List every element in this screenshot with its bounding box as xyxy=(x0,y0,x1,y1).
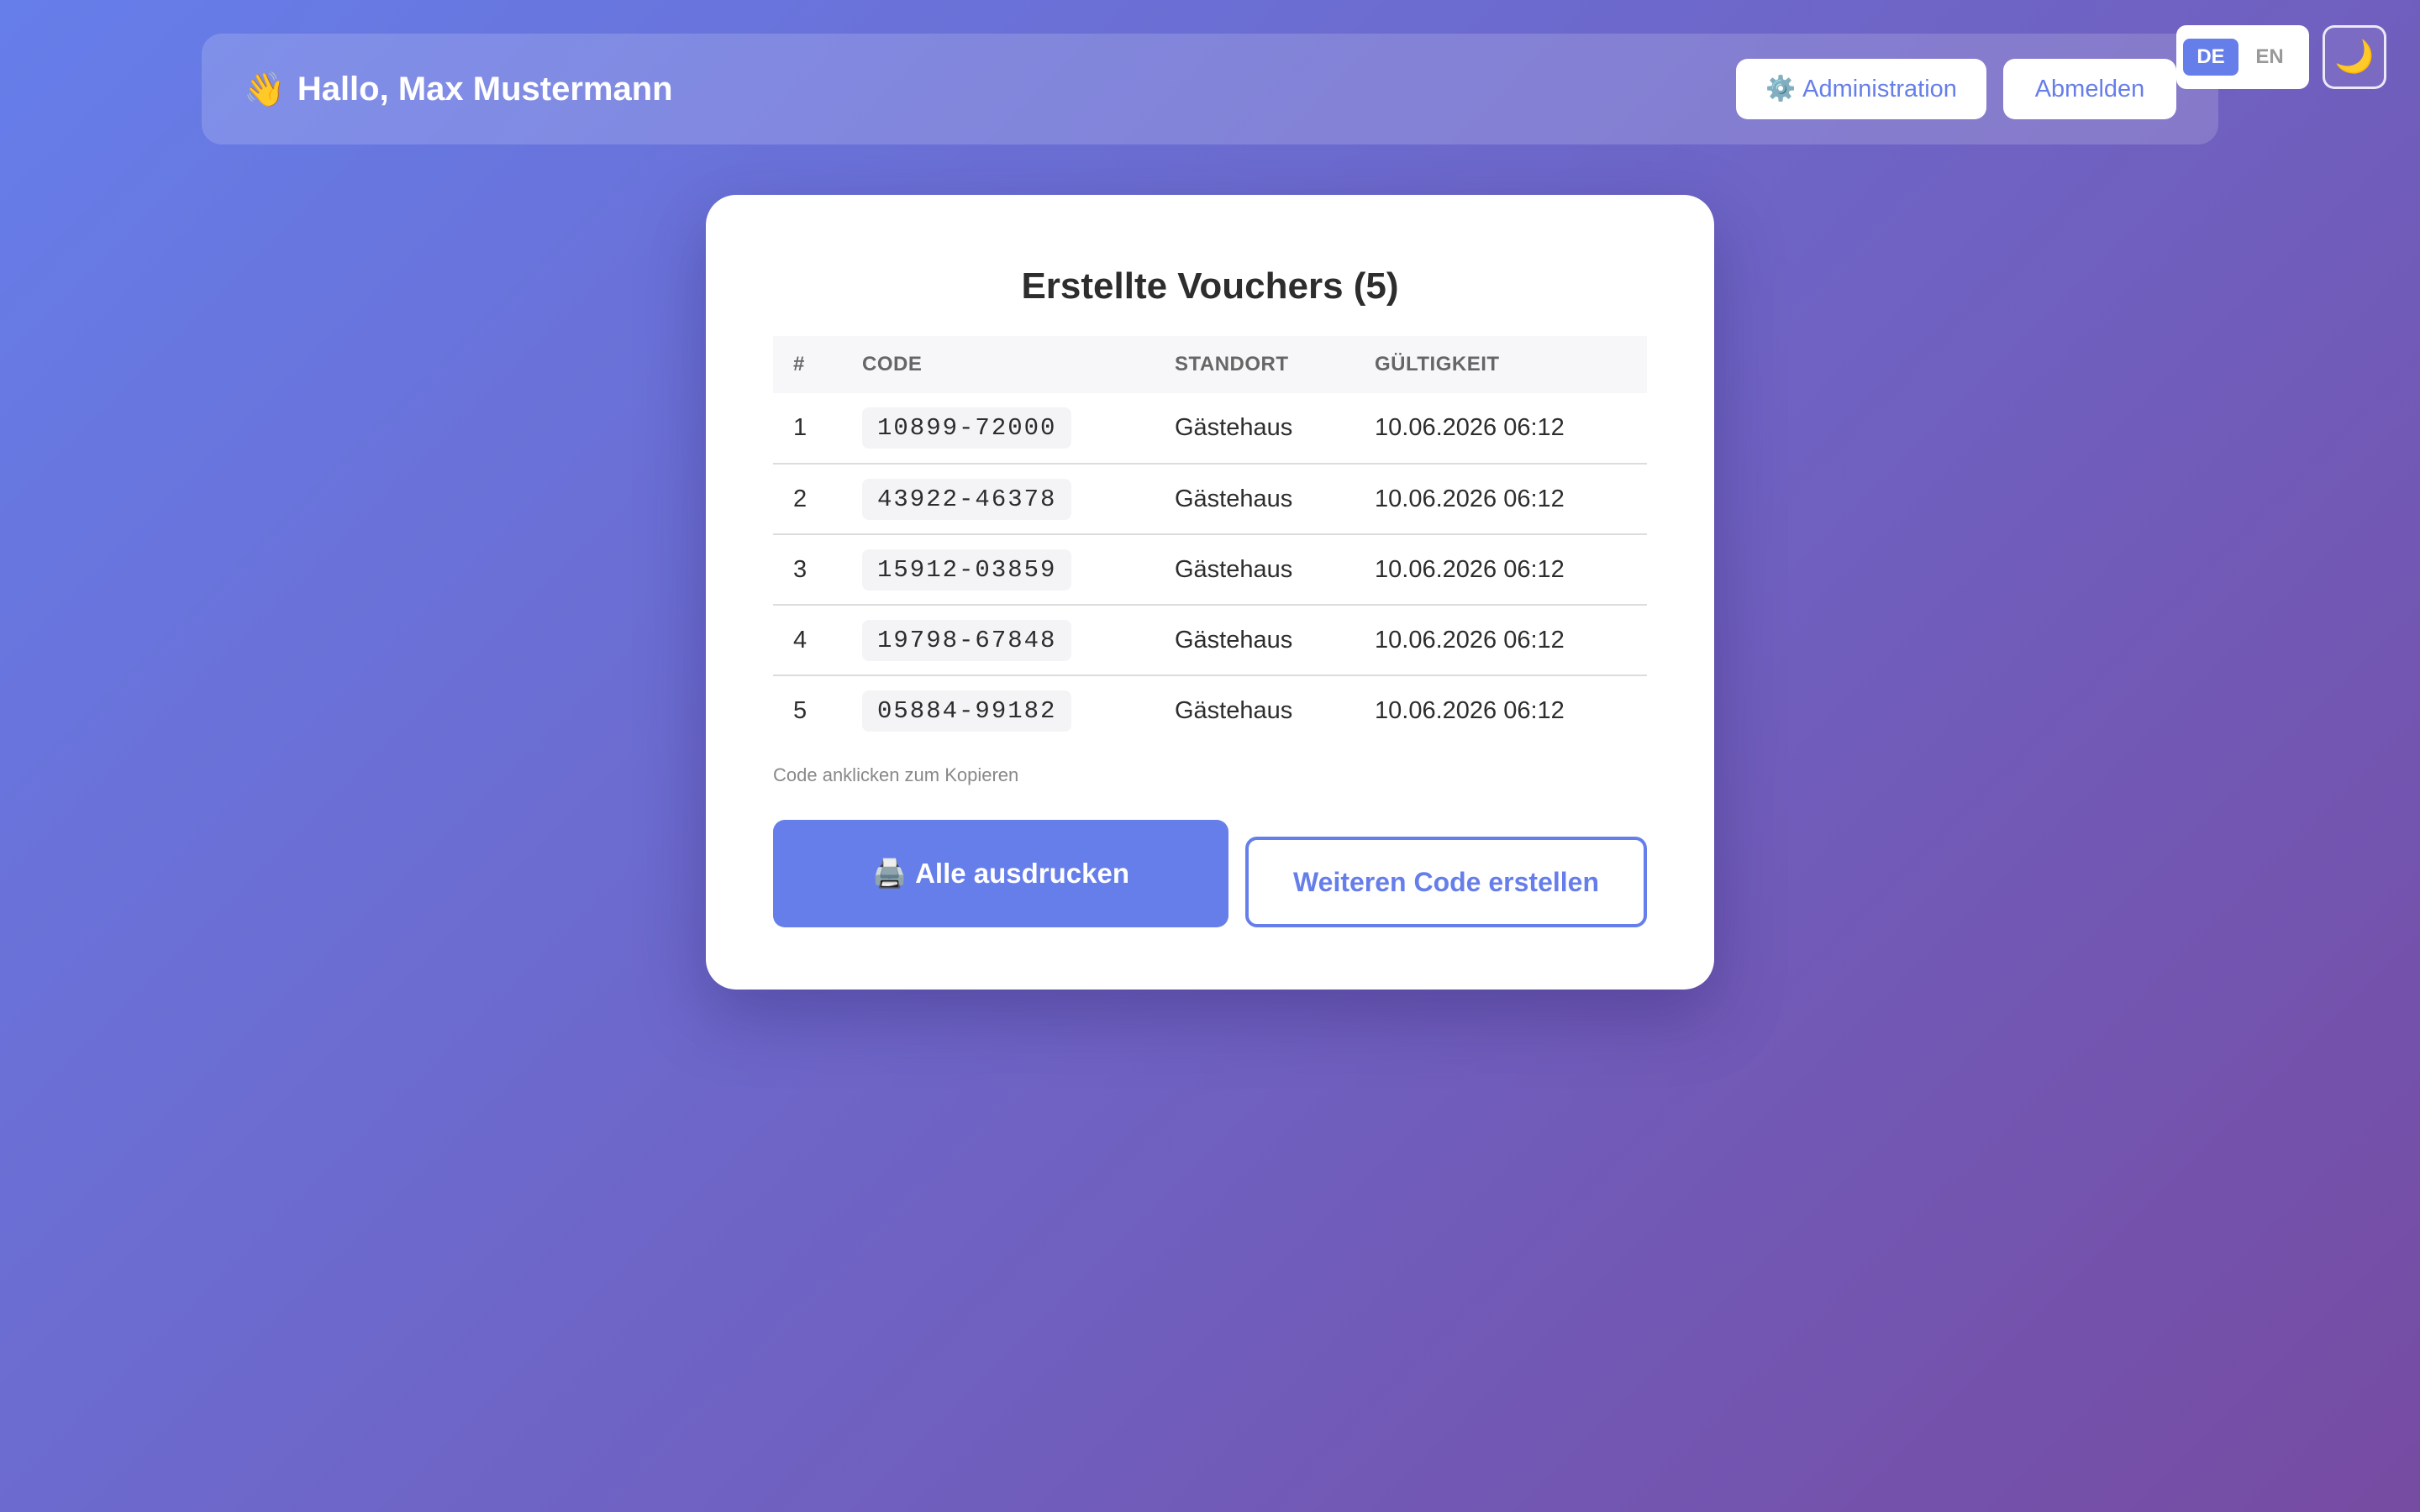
column-header-code: CODE xyxy=(862,353,923,375)
row-validity: 10.06.2026 06:12 xyxy=(1375,697,1565,724)
create-another-code-button[interactable]: Weiteren Code erstellen xyxy=(1245,837,1647,927)
row-validity: 10.06.2026 06:12 xyxy=(1375,464,1647,535)
row-validity: 10.06.2026 06:12 xyxy=(1375,393,1647,465)
row-location: Gästehaus xyxy=(1175,534,1375,606)
theme-toggle-button[interactable]: 🌙 xyxy=(2323,25,2386,89)
row-number: 2 xyxy=(773,464,862,535)
voucher-code[interactable]: 05884-99182 xyxy=(862,690,1072,732)
table-row: 1 10899-72000 Gästehaus 10.06.2026 06:12 xyxy=(773,393,1647,465)
column-header-location: STANDORT xyxy=(1175,353,1289,375)
table-row: 2 43922-46378 Gästehaus 10.06.2026 06:12 xyxy=(773,464,1647,535)
card-title: Erstellte Vouchers (5) xyxy=(1021,265,1399,307)
header-actions: ⚙️ Administration Abmelden xyxy=(1736,59,2176,119)
voucher-code[interactable]: 10899-72000 xyxy=(862,407,1072,449)
language-switcher: DE EN xyxy=(2176,25,2309,89)
row-location: Gästehaus xyxy=(1175,464,1375,535)
voucher-code[interactable]: 15912-03859 xyxy=(862,549,1072,591)
column-header-number: # xyxy=(793,353,805,375)
table-row: 5 05884-99182 Gästehaus 10.06.2026 06:12 xyxy=(773,675,1647,746)
copy-hint: Code anklicken zum Kopieren xyxy=(773,764,1019,785)
administration-button[interactable]: ⚙️ Administration xyxy=(1736,59,1986,119)
moon-icon: 🌙 xyxy=(2334,39,2375,75)
column-header-validity: GÜLTIGKEIT xyxy=(1375,353,1500,375)
logout-label: Abmelden xyxy=(2034,75,2145,102)
printer-icon: 🖨️ xyxy=(871,857,908,889)
row-number: 4 xyxy=(773,605,862,676)
administration-label: Administration xyxy=(1802,75,1957,102)
greeting: 👋 Hallo, Max Mustermann xyxy=(244,70,673,109)
voucher-code[interactable]: 43922-46378 xyxy=(862,478,1072,520)
greeting-text: Hallo, Max Mustermann xyxy=(297,70,673,108)
table-header-row: # CODE STANDORT GÜLTIGKEIT xyxy=(773,336,1647,393)
language-en-button[interactable]: EN xyxy=(2242,39,2297,76)
vouchers-card: Erstellte Vouchers (5) # CODE STANDORT G… xyxy=(706,195,1714,990)
top-bar: 👋 Hallo, Max Mustermann ⚙️ Administratio… xyxy=(202,34,2218,144)
table-row: 3 15912-03859 Gästehaus 10.06.2026 06:12 xyxy=(773,534,1647,606)
card-actions: 🖨️ Alle ausdrucken Weiteren Code erstell… xyxy=(773,820,1647,927)
row-number: 5 xyxy=(793,697,808,724)
voucher-code[interactable]: 19798-67848 xyxy=(862,619,1072,661)
language-de-button[interactable]: DE xyxy=(2183,39,2238,76)
print-all-button[interactable]: 🖨️ Alle ausdrucken xyxy=(773,820,1228,927)
waving-hand-icon: 👋 xyxy=(244,71,286,108)
create-another-code-label: Weiteren Code erstellen xyxy=(1293,866,1599,897)
row-location: Gästehaus xyxy=(1175,697,1293,724)
logout-button[interactable]: Abmelden xyxy=(2003,59,2176,119)
vouchers-table: # CODE STANDORT GÜLTIGKEIT 1 10899-72000… xyxy=(773,336,1647,746)
table-row: 4 19798-67848 Gästehaus 10.06.2026 06:12 xyxy=(773,605,1647,676)
row-location: Gästehaus xyxy=(1175,393,1375,465)
row-validity: 10.06.2026 06:12 xyxy=(1375,534,1647,606)
row-location: Gästehaus xyxy=(1175,605,1375,676)
print-all-label: Alle ausdrucken xyxy=(915,858,1130,889)
gear-icon: ⚙️ xyxy=(1765,76,1797,102)
row-number: 3 xyxy=(773,534,862,606)
row-number: 1 xyxy=(773,393,862,465)
row-validity: 10.06.2026 06:12 xyxy=(1375,605,1647,676)
